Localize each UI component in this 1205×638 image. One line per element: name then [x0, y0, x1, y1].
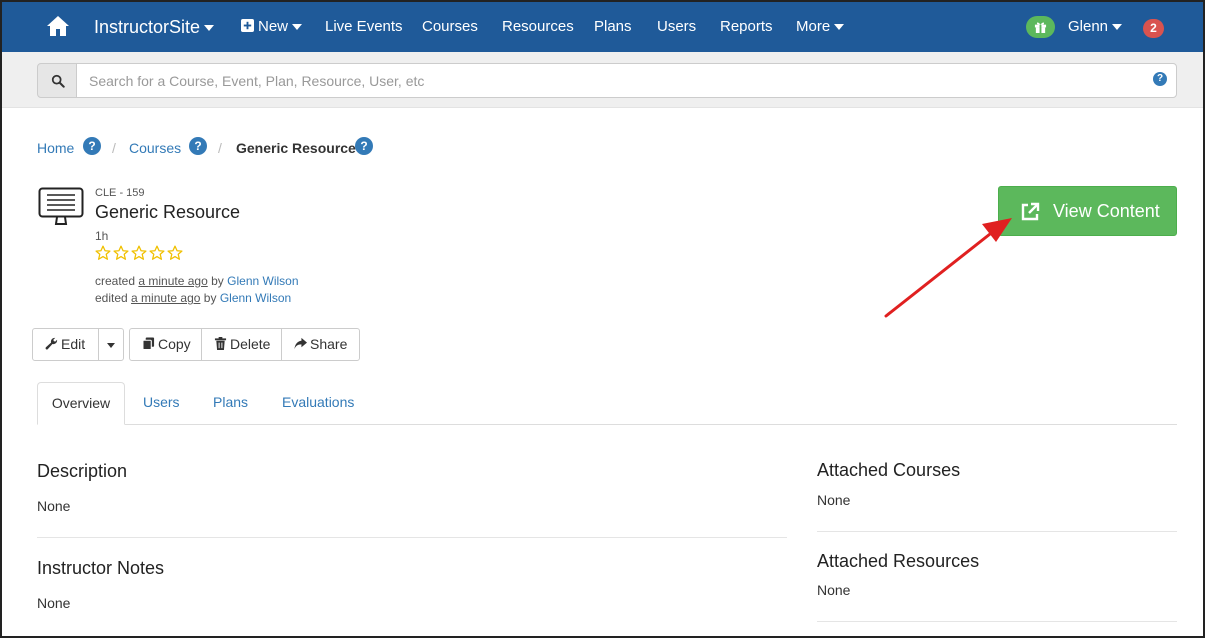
- tabs-divider: [37, 424, 1177, 425]
- more-menu[interactable]: More: [796, 2, 845, 52]
- copy-icon: [142, 337, 155, 351]
- resource-help-icon[interactable]: ?: [355, 137, 373, 155]
- instructor-notes-value: None: [37, 595, 71, 611]
- notification-badge[interactable]: 2: [1143, 19, 1164, 38]
- edited-by-link[interactable]: Glenn Wilson: [220, 291, 291, 305]
- wrench-icon: [45, 337, 58, 350]
- nav-users[interactable]: Users: [657, 2, 696, 52]
- star-icon[interactable]: [113, 245, 129, 261]
- copy-label: Copy: [158, 336, 191, 352]
- gift-button[interactable]: [1026, 16, 1055, 38]
- edited-prefix: edited: [95, 291, 128, 305]
- tab-evaluations[interactable]: Evaluations: [282, 382, 354, 425]
- copy-button[interactable]: Copy: [129, 328, 202, 361]
- edited-info: edited a minute ago by Glenn Wilson: [95, 291, 291, 305]
- nav-live-events[interactable]: Live Events: [325, 2, 403, 52]
- description-value: None: [37, 498, 71, 514]
- search-icon: [51, 74, 65, 88]
- brand-menu[interactable]: InstructorSite: [94, 2, 215, 52]
- share-label: Share: [310, 336, 348, 352]
- delete-label: Delete: [230, 336, 271, 352]
- star-icon[interactable]: [167, 245, 183, 261]
- caret-down-icon: [107, 342, 115, 348]
- edit-label: Edit: [61, 336, 86, 352]
- search-input[interactable]: [76, 63, 1177, 98]
- search-button[interactable]: [37, 63, 77, 98]
- nav-reports[interactable]: Reports: [720, 2, 773, 52]
- breadcrumb-separator: /: [112, 140, 116, 156]
- annotation-arrow-icon: [884, 218, 1012, 318]
- new-menu[interactable]: New: [241, 2, 303, 52]
- created-info: created a minute ago by Glenn Wilson: [95, 274, 299, 288]
- home-help-icon[interactable]: ?: [83, 137, 101, 155]
- edit-button[interactable]: Edit: [32, 328, 99, 361]
- resource-duration: 1h: [95, 229, 109, 243]
- attached-resources-value: None: [817, 582, 851, 598]
- breadcrumb-courses[interactable]: Courses: [129, 139, 181, 157]
- trash-icon: [214, 337, 227, 350]
- tab-users[interactable]: Users: [143, 382, 180, 425]
- star-rating[interactable]: [95, 245, 185, 263]
- created-by-link[interactable]: Glenn Wilson: [227, 274, 298, 288]
- gift-icon: [1034, 22, 1047, 33]
- nav-resources[interactable]: Resources: [502, 2, 574, 52]
- breadcrumb-home[interactable]: Home: [37, 139, 74, 157]
- breadcrumb-current: Generic Resource: [236, 140, 356, 156]
- courses-help-icon[interactable]: ?: [189, 137, 207, 155]
- chevron-down-icon: [204, 25, 215, 32]
- resource-code: CLE - 159: [95, 187, 145, 199]
- created-prefix: created: [95, 274, 136, 288]
- section-divider: [817, 531, 1177, 532]
- share-button[interactable]: Share: [281, 328, 360, 361]
- home-icon[interactable]: [46, 14, 70, 38]
- view-content-label: View Content: [1053, 201, 1160, 221]
- chevron-down-icon: [834, 24, 845, 31]
- monitor-icon: [38, 187, 84, 225]
- chevron-down-icon: [292, 24, 303, 31]
- nav-courses[interactable]: Courses: [422, 2, 478, 52]
- view-content-button[interactable]: View Content: [998, 186, 1177, 236]
- top-navbar: InstructorSite New Live Events Courses R…: [2, 2, 1203, 52]
- user-menu[interactable]: Glenn: [1068, 2, 1123, 52]
- star-icon[interactable]: [95, 245, 111, 261]
- tab-plans[interactable]: Plans: [213, 382, 248, 425]
- edited-time: a minute ago: [131, 291, 201, 305]
- description-title: Description: [37, 461, 128, 481]
- section-divider: [37, 537, 787, 538]
- attached-courses-title: Attached Courses: [817, 460, 961, 480]
- star-icon[interactable]: [149, 245, 165, 261]
- by-word: by: [203, 291, 217, 305]
- instructor-notes-title: Instructor Notes: [37, 558, 165, 578]
- delete-button[interactable]: Delete: [201, 328, 282, 361]
- external-link-icon: [1021, 202, 1040, 221]
- star-icon[interactable]: [131, 245, 147, 261]
- share-icon: [294, 337, 307, 350]
- edit-dropdown-button[interactable]: [98, 328, 124, 361]
- app-frame: InstructorSite New Live Events Courses R…: [0, 0, 1205, 638]
- new-label: New: [258, 18, 289, 35]
- search-help-icon[interactable]: ?: [1153, 72, 1167, 86]
- user-name: Glenn: [1068, 18, 1109, 35]
- search-bar: ?: [2, 52, 1203, 108]
- section-divider: [817, 621, 1177, 622]
- breadcrumb-separator: /: [218, 140, 222, 156]
- plus-square-icon: [241, 19, 254, 32]
- brand-label: InstructorSite: [94, 17, 201, 37]
- attached-resources-title: Attached Resources: [817, 551, 980, 571]
- resource-title: Generic Resource: [95, 202, 241, 222]
- created-time: a minute ago: [138, 274, 208, 288]
- attached-courses-value: None: [817, 492, 851, 508]
- tab-overview[interactable]: Overview: [37, 382, 125, 425]
- nav-plans[interactable]: Plans: [594, 2, 632, 52]
- more-label: More: [796, 18, 831, 35]
- by-word: by: [211, 274, 224, 288]
- chevron-down-icon: [1112, 24, 1123, 31]
